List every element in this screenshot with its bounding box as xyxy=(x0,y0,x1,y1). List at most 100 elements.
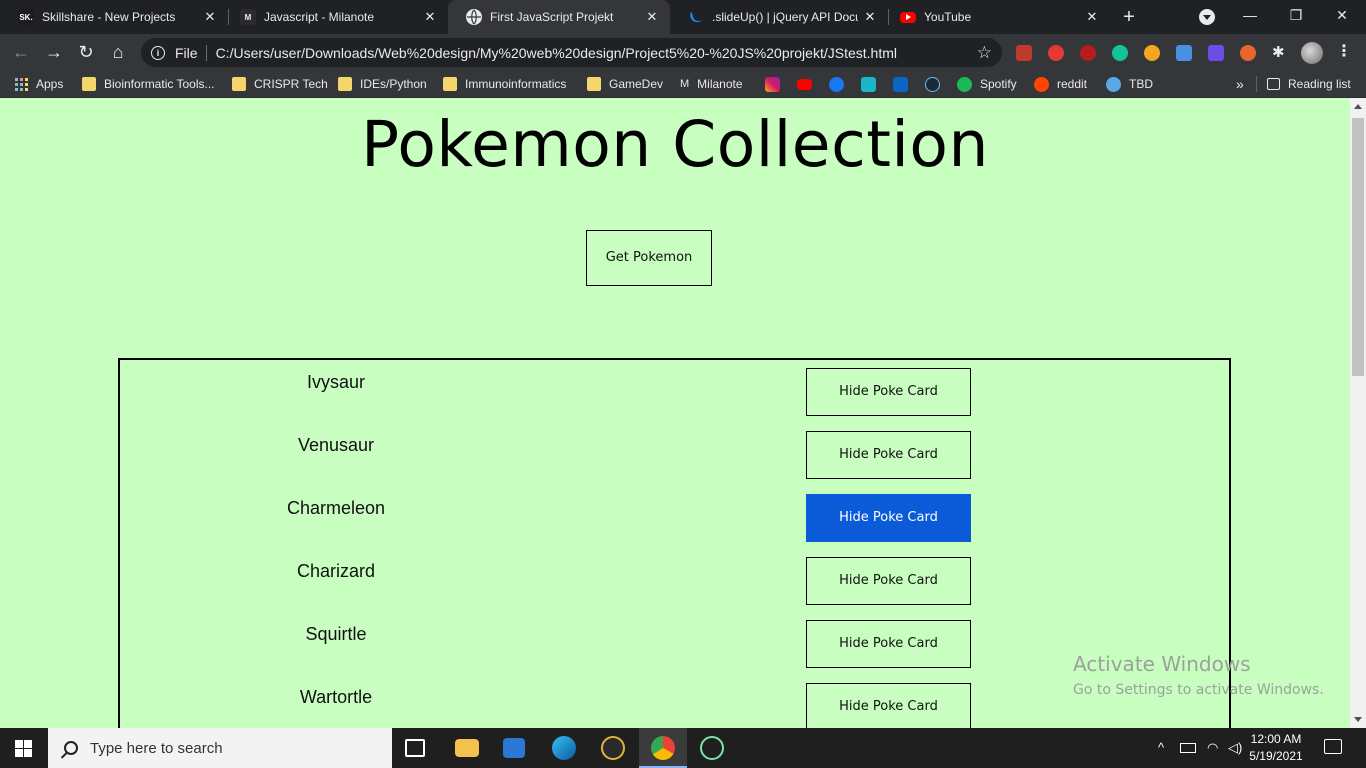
hide-poke-card-button[interactable]: Hide Poke Card xyxy=(806,683,971,728)
tab-first-javascript-projekt[interactable]: First JavaScript Projekt ✕ xyxy=(448,0,670,34)
restore-button[interactable]: ❐ xyxy=(1273,0,1319,32)
info-icon[interactable]: i xyxy=(151,45,165,60)
chrome-icon[interactable] xyxy=(651,736,675,760)
tab-skillshare[interactable]: SK. Skillshare - New Projects ✕ xyxy=(0,0,228,34)
new-tab-button[interactable]: + xyxy=(1117,5,1141,29)
forward-button[interactable]: → xyxy=(40,38,68,66)
extension-adblock-icon[interactable] xyxy=(1048,45,1064,61)
taskbar-search-box[interactable]: Type here to search xyxy=(48,728,392,768)
hide-poke-card-button[interactable]: Hide Poke Card xyxy=(806,557,971,605)
close-icon[interactable]: ✕ xyxy=(198,9,222,25)
watermark-title: Activate Windows xyxy=(1073,652,1251,676)
system-clock[interactable]: 12:00 AM 5/19/2021 xyxy=(1246,731,1306,765)
hide-poke-card-button[interactable]: Hide Poke Card xyxy=(806,620,971,668)
extension-a-icon[interactable] xyxy=(1208,45,1224,61)
close-icon[interactable]: ✕ xyxy=(640,9,664,25)
extension-orange-icon[interactable] xyxy=(1144,45,1160,61)
file-explorer-icon[interactable] xyxy=(455,739,479,757)
start-windows-icon[interactable] xyxy=(15,740,32,757)
list-item: Venusaur Hide Poke Card xyxy=(120,423,1229,486)
get-pokemon-button[interactable]: Get Pokemon xyxy=(586,230,712,286)
bookmark-reddit[interactable]: reddit xyxy=(1034,70,1087,98)
page-scrollbar[interactable] xyxy=(1350,98,1366,728)
scheme-label: File xyxy=(175,44,198,61)
store-icon[interactable] xyxy=(503,738,525,758)
back-button[interactable]: ← xyxy=(7,38,35,66)
pokemon-list: Ivysaur Hide Poke Card Venusaur Hide Pok… xyxy=(118,358,1231,728)
close-icon[interactable]: ✕ xyxy=(858,9,882,25)
tab-milanote[interactable]: M Javascript - Milanote ✕ xyxy=(222,0,448,34)
hide-poke-card-button[interactable]: Hide Poke Card xyxy=(806,431,971,479)
atom-icon[interactable] xyxy=(700,736,724,760)
reload-button[interactable]: ↻ xyxy=(72,38,100,66)
edge-icon[interactable] xyxy=(552,736,576,760)
bookmark-milanote[interactable]: M Milanote xyxy=(680,70,743,98)
tab-title: First JavaScript Projekt xyxy=(490,10,614,24)
linkedin-icon[interactable] xyxy=(893,77,908,92)
tab-youtube[interactable]: YouTube ✕ xyxy=(882,0,1110,34)
extension-red-icon[interactable] xyxy=(1080,45,1096,61)
scroll-up-icon[interactable] xyxy=(1354,104,1362,109)
extension-book-icon[interactable] xyxy=(1016,45,1032,61)
bookmark-tbd[interactable]: TBD xyxy=(1106,70,1153,98)
apps-grid-icon xyxy=(15,77,28,91)
address-bar[interactable]: i File C:/Users/user/Downloads/Web%20des… xyxy=(141,38,1002,67)
close-icon[interactable]: ✕ xyxy=(418,9,442,25)
bookmark-spotify[interactable]: Spotify xyxy=(957,70,1017,98)
task-view-icon[interactable] xyxy=(405,739,425,757)
facebook-icon[interactable] xyxy=(829,77,844,92)
bookmark-apps[interactable]: Apps xyxy=(15,70,63,98)
bookmark-star-icon[interactable]: ☆ xyxy=(977,43,992,63)
pokemon-name: Wartortle xyxy=(299,687,373,707)
bookmark-immunoinformatics[interactable]: Immunoinformatics xyxy=(443,70,566,98)
bookmark-label: TBD xyxy=(1129,77,1153,91)
tab-jquery-slideup[interactable]: .slideUp() | jQuery API Docum ✕ xyxy=(670,0,888,34)
youtube-icon[interactable] xyxy=(797,79,812,90)
youtube-icon xyxy=(900,11,916,23)
extensions-puzzle-icon[interactable]: ✱ xyxy=(1272,45,1288,61)
close-icon[interactable]: ✕ xyxy=(1080,9,1104,25)
reading-list-label: Reading list xyxy=(1288,77,1351,91)
grammarly-icon[interactable] xyxy=(1112,45,1128,61)
watermark-subtitle: Go to Settings to activate Windows. xyxy=(1073,682,1324,698)
extension-fox-icon[interactable] xyxy=(1240,45,1256,61)
volume-icon[interactable]: ◁) xyxy=(1228,740,1242,756)
bookmark-crispr-tech[interactable]: CRISPR Tech xyxy=(232,70,328,98)
menu-kebab-icon[interactable]: ⋮ xyxy=(1334,42,1354,64)
close-window-button[interactable]: ✕ xyxy=(1319,0,1365,32)
reading-list-button[interactable]: Reading list xyxy=(1267,70,1351,98)
steam-icon[interactable] xyxy=(925,77,940,92)
clock-date: 5/19/2021 xyxy=(1249,749,1303,763)
wifi-icon[interactable]: ◠ xyxy=(1207,740,1218,756)
scroll-thumb[interactable] xyxy=(1352,118,1364,376)
davinci-resolve-icon[interactable] xyxy=(601,736,625,760)
page-content: Pokemon Collection Get Pokemon Ivysaur H… xyxy=(0,98,1350,728)
scroll-down-icon[interactable] xyxy=(1354,717,1362,722)
pokemon-name: Ivysaur xyxy=(306,372,366,392)
url-text[interactable]: C:/Users/user/Downloads/Web%20design/My%… xyxy=(216,45,977,61)
search-placeholder: Type here to search xyxy=(90,739,223,757)
list-item: Ivysaur Hide Poke Card xyxy=(120,360,1229,423)
hide-poke-card-button[interactable]: Hide Poke Card xyxy=(806,494,971,542)
jquery-icon xyxy=(688,9,704,25)
tab-title: YouTube xyxy=(924,10,972,24)
chevron-up-icon[interactable]: ^ xyxy=(1158,740,1164,755)
tab-search-icon[interactable] xyxy=(1199,9,1215,25)
battery-icon[interactable] xyxy=(1180,743,1196,753)
hide-poke-card-button[interactable]: Hide Poke Card xyxy=(806,368,971,416)
extension-shield-icon[interactable] xyxy=(1176,45,1192,61)
notification-icon[interactable] xyxy=(1324,739,1342,754)
profile-avatar[interactable] xyxy=(1301,42,1323,64)
more-bookmarks-button[interactable]: » xyxy=(1236,70,1244,98)
bookmark-gamedev[interactable]: GameDev xyxy=(587,70,663,98)
home-button[interactable]: ⌂ xyxy=(104,38,132,66)
bookmark-bioinformatic-tools[interactable]: Bioinformatic Tools... xyxy=(82,70,215,98)
folder-icon xyxy=(338,77,352,91)
milanote-icon: M xyxy=(240,9,256,25)
bookmark-ides-python[interactable]: IDEs/Python xyxy=(338,70,427,98)
list-item: Charizard Hide Poke Card xyxy=(120,549,1229,612)
researchgate-icon[interactable] xyxy=(861,77,876,92)
instagram-icon[interactable] xyxy=(765,77,780,92)
pokemon-name: Charmeleon xyxy=(286,498,386,518)
minimize-button[interactable]: — xyxy=(1227,0,1273,32)
